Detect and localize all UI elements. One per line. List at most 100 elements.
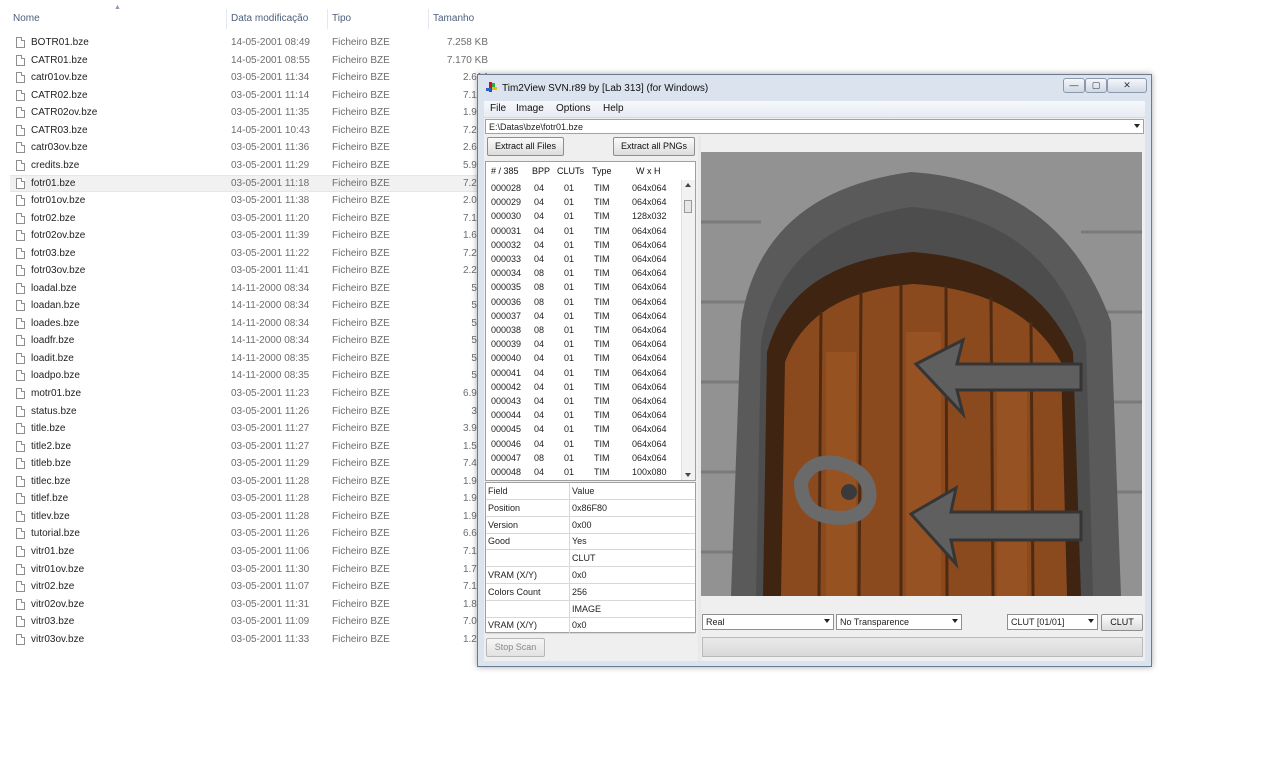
maximize-button[interactable]: ▢ [1085,78,1107,93]
tim-list-row[interactable]: 000048 04 01 TIM 100x080 [486,466,681,480]
tim-list-header-type[interactable]: Type [592,166,612,176]
tim-list-row[interactable]: 000038 08 01 TIM 064x064 [486,324,681,338]
property-row[interactable]: VRAM (X/Y) 0x0 [486,617,695,635]
extract-all-pngs-button[interactable]: Extract all PNGs [613,137,695,156]
file-row[interactable]: loades.bze 14-11-2000 08:34 Ficheiro BZE 52… [10,316,490,333]
column-divider[interactable] [327,9,328,29]
tim-list-row[interactable]: 000037 04 01 TIM 064x064 [486,310,681,324]
file-row[interactable]: BOTR01.bze 14-05-2001 08:49 Ficheiro BZE 7.… [10,35,490,52]
file-row[interactable]: loadfr.bze 14-11-2000 08:34 Ficheiro BZE 52… [10,333,490,350]
menu-help[interactable]: Help [603,103,624,114]
menu-image[interactable]: Image [516,103,544,114]
file-row[interactable]: status.bze 03-05-2001 11:26 Ficheiro BZE 39… [10,404,490,421]
tim-list-row[interactable]: 000029 04 01 TIM 064x064 [486,196,681,210]
tim-list-row[interactable]: 000045 04 01 TIM 064x064 [486,423,681,437]
file-row[interactable]: fotr02ov.bze 03-05-2001 11:39 Ficheiro BZE… [10,228,490,245]
transparency-select[interactable]: No Transparence [836,614,962,630]
file-row[interactable]: loadan.bze 14-11-2000 08:34 Ficheiro BZE 52… [10,298,490,315]
tim-list-row[interactable]: 000041 04 01 TIM 064x064 [486,367,681,381]
file-row[interactable]: vitr03ov.bze 03-05-2001 11:33 Ficheiro BZE… [10,632,490,649]
column-divider[interactable] [428,9,429,29]
file-row[interactable]: credits.bze 03-05-2001 11:29 Ficheiro BZE 5… [10,158,490,175]
menu-file[interactable]: File [490,103,506,114]
column-header-date[interactable]: Data modificação [231,13,308,24]
property-row[interactable]: Position 0x86F80 [486,499,695,517]
property-row[interactable]: Colors Count 256 [486,583,695,601]
file-row[interactable]: catr03ov.bze 03-05-2001 11:36 Ficheiro BZE… [10,140,490,157]
scroll-up-icon[interactable] [685,183,691,187]
tim-list-header-cluts[interactable]: CLUTs [557,166,584,176]
tim-list[interactable]: # / 385 BPP CLUTs Type W x H 000028 04 01 T… [485,161,696,481]
file-icon [16,563,25,575]
file-row[interactable]: fotr01ov.bze 03-05-2001 11:38 Ficheiro BZE… [10,193,490,210]
close-button[interactable]: ✕ [1107,78,1147,93]
file-row[interactable]: titleb.bze 03-05-2001 11:29 Ficheiro BZE 7.… [10,456,490,473]
tim-list-row[interactable]: 000040 04 01 TIM 064x064 [486,352,681,366]
file-row[interactable]: loadal.bze 14-11-2000 08:34 Ficheiro BZE 52… [10,281,490,298]
tim-list-row[interactable]: 000046 04 01 TIM 064x064 [486,438,681,452]
tim-list-row[interactable]: 000028 04 01 TIM 064x064 [486,182,681,196]
file-row[interactable]: catr01ov.bze 03-05-2001 11:34 Ficheiro BZE… [10,70,490,87]
property-row[interactable]: Version 0x00 [486,516,695,534]
property-row[interactable]: IMAGE [486,600,695,618]
file-row[interactable]: CATR02.bze 03-05-2001 11:14 Ficheiro BZE 7.… [10,88,490,105]
property-row[interactable]: CLUT [486,550,695,568]
render-mode-select[interactable]: Real [702,614,834,630]
file-row[interactable]: title2.bze 03-05-2001 11:27 Ficheiro BZE 1.… [10,439,490,456]
scrollbar-thumb[interactable] [684,200,692,213]
column-header-size[interactable]: Tamanho [433,13,474,24]
tim-list-header-bpp[interactable]: BPP [532,166,550,176]
tim-list-header-size[interactable]: W x H [636,166,661,176]
tim-list-row[interactable]: 000030 04 01 TIM 128x032 [486,210,681,224]
minimize-button[interactable]: — [1063,78,1085,93]
scroll-down-icon[interactable] [685,473,691,477]
file-row[interactable]: title.bze 03-05-2001 11:27 Ficheiro BZE 3.9… [10,421,490,438]
tim-list-row[interactable]: 000035 08 01 TIM 064x064 [486,281,681,295]
tim-list-scrollbar[interactable] [681,180,695,480]
column-header-name[interactable]: Nome [13,13,40,24]
property-row[interactable]: Field Value [486,483,695,500]
tim-list-row[interactable]: 000044 04 01 TIM 064x064 [486,409,681,423]
file-row[interactable]: titlec.bze 03-05-2001 11:28 Ficheiro BZE 1.… [10,474,490,491]
file-row[interactable]: CATR02ov.bze 03-05-2001 11:35 Ficheiro BZE… [10,105,490,122]
file-row[interactable]: vitr01ov.bze 03-05-2001 11:30 Ficheiro BZE… [10,562,490,579]
column-header-type[interactable]: Tipo [332,13,351,24]
tim-list-row[interactable]: 000043 04 01 TIM 064x064 [486,395,681,409]
file-size: 1.582 [462,440,488,452]
file-row[interactable]: fotr01.bze 03-05-2001 11:18 Ficheiro BZE 7.… [10,175,490,193]
tim-list-row[interactable]: 000047 08 01 TIM 064x064 [486,452,681,466]
file-row[interactable]: fotr02.bze 03-05-2001 11:20 Ficheiro BZE 7.… [10,211,490,228]
file-row[interactable]: motr01.bze 03-05-2001 11:23 Ficheiro BZE 6.… [10,386,490,403]
file-row[interactable]: titlef.bze 03-05-2001 11:28 Ficheiro BZE 1.… [10,491,490,508]
menu-options[interactable]: Options [556,103,590,114]
property-row[interactable]: Good Yes [486,533,695,551]
tim-list-row[interactable]: 000031 04 01 TIM 064x064 [486,225,681,239]
clut-button[interactable]: CLUT [1101,614,1143,631]
file-row[interactable]: CATR01.bze 14-05-2001 08:55 Ficheiro BZE 7.… [10,53,490,70]
file-path-combo[interactable]: E:\Datas\bze\fotr01.bze [485,119,1144,134]
column-divider[interactable] [226,9,227,29]
file-row[interactable]: tutorial.bze 03-05-2001 11:26 Ficheiro BZE… [10,526,490,543]
tim-list-row[interactable]: 000032 04 01 TIM 064x064 [486,239,681,253]
tim-list-row[interactable]: 000036 08 01 TIM 064x064 [486,296,681,310]
file-row[interactable]: CATR03.bze 14-05-2001 10:43 Ficheiro BZE 7.… [10,123,490,140]
clut-select[interactable]: CLUT [01/01] [1007,614,1098,630]
window-titlebar[interactable]: Tim2View SVN.r89 by [Lab 313] (for Windo… [478,75,1151,101]
file-row[interactable]: loadit.bze 14-11-2000 08:35 Ficheiro BZE 52… [10,351,490,368]
file-row[interactable]: vitr01.bze 03-05-2001 11:06 Ficheiro BZE 7.… [10,544,490,561]
file-row[interactable]: titlev.bze 03-05-2001 11:28 Ficheiro BZE 1.… [10,509,490,526]
file-row[interactable]: vitr02.bze 03-05-2001 11:07 Ficheiro BZE 7.… [10,579,490,596]
file-row[interactable]: fotr03.bze 03-05-2001 11:22 Ficheiro BZE 7.… [10,246,490,263]
file-row[interactable]: vitr03.bze 03-05-2001 11:09 Ficheiro BZE 7.… [10,614,490,631]
stop-scan-button[interactable]: Stop Scan [486,638,545,657]
property-row[interactable]: VRAM (X/Y) 0x0 [486,567,695,584]
file-row[interactable]: fotr03ov.bze 03-05-2001 11:41 Ficheiro BZE… [10,263,490,280]
tim-list-header-index[interactable]: # / 385 [491,166,519,176]
tim-list-row[interactable]: 000042 04 01 TIM 064x064 [486,381,681,395]
file-row[interactable]: loadpo.bze 14-11-2000 08:35 Ficheiro BZE 52… [10,368,490,385]
extract-all-files-button[interactable]: Extract all Files [487,137,564,156]
tim-list-row[interactable]: 000034 08 01 TIM 064x064 [486,267,681,281]
tim-list-row[interactable]: 000033 04 01 TIM 064x064 [486,253,681,267]
tim-list-row[interactable]: 000039 04 01 TIM 064x064 [486,338,681,352]
file-row[interactable]: vitr02ov.bze 03-05-2001 11:31 Ficheiro BZE… [10,597,490,614]
